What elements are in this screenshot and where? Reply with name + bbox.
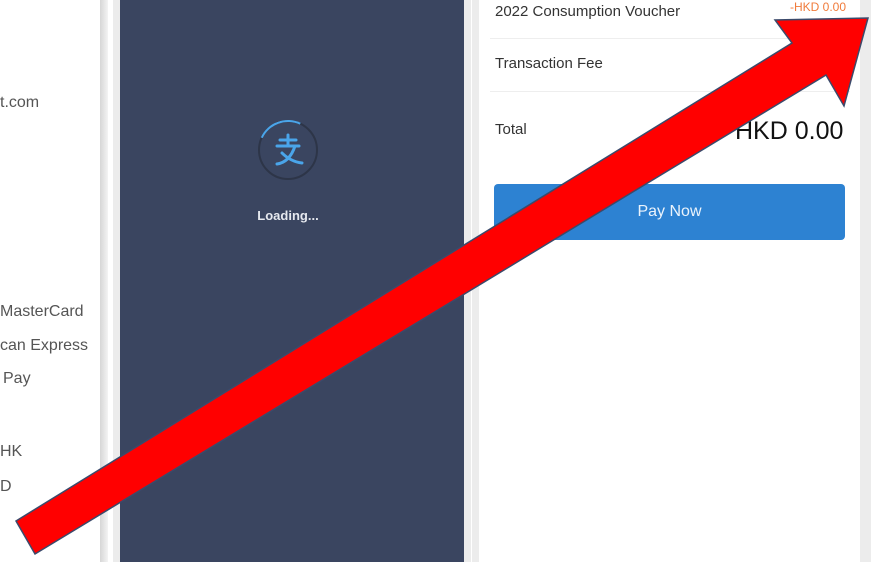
annotation-arrow [14, 17, 869, 556]
